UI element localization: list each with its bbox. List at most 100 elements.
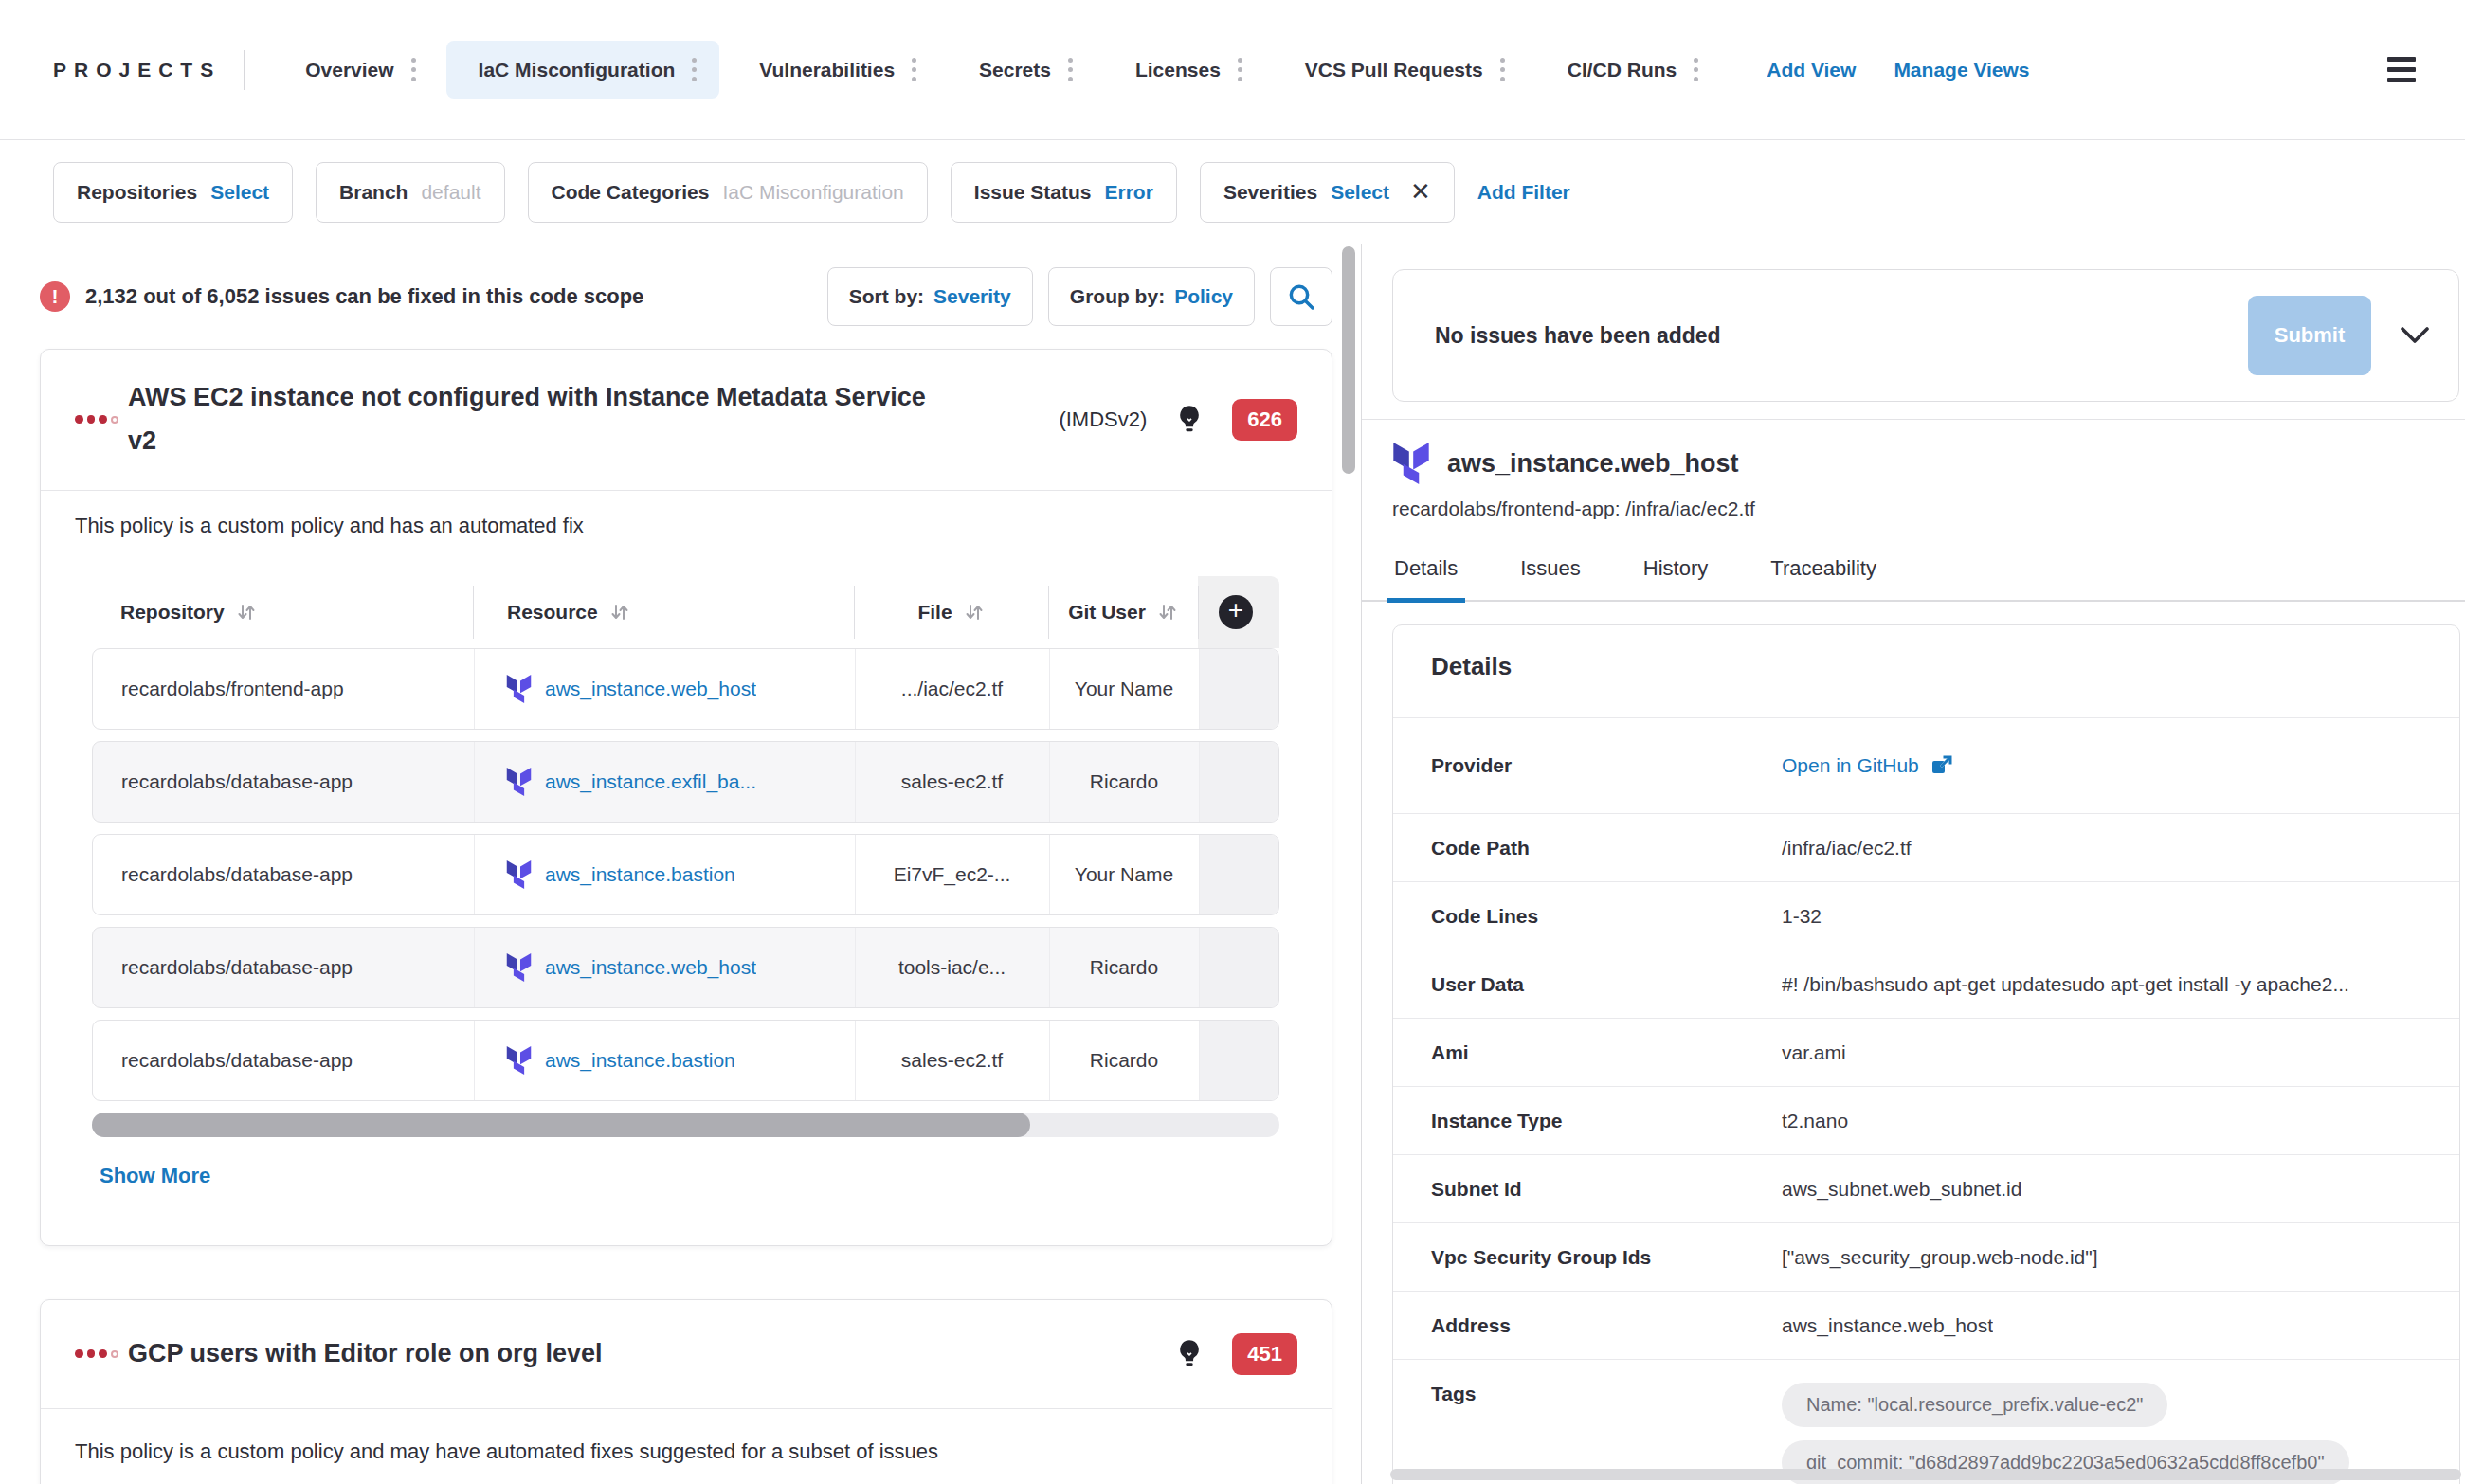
submit-button[interactable]: Submit bbox=[2248, 296, 2371, 375]
group-by-value[interactable]: Policy bbox=[1174, 285, 1233, 308]
column-header-resource[interactable]: Resource bbox=[473, 576, 854, 648]
view-tab[interactable]: VCS Pull Requests bbox=[1273, 41, 1528, 99]
add-column-button[interactable]: + bbox=[1219, 595, 1253, 629]
view-tab[interactable]: CI/CD Runs bbox=[1535, 41, 1722, 99]
filter-pill[interactable]: Issue Status Error bbox=[951, 162, 1177, 223]
chevron-down-icon[interactable] bbox=[2400, 327, 2430, 344]
view-tab[interactable]: Vulnerabilities bbox=[727, 41, 939, 99]
column-header-git-user[interactable]: Git User bbox=[1048, 576, 1198, 648]
search-button[interactable] bbox=[1270, 267, 1332, 326]
lightbulb-icon[interactable] bbox=[1175, 1339, 1204, 1369]
cell-extra bbox=[1199, 1021, 1278, 1100]
filter-pill-label: Branch bbox=[339, 181, 408, 204]
add-filter-link[interactable]: Add Filter bbox=[1477, 181, 1570, 204]
add-view-link[interactable]: Add View bbox=[1767, 59, 1856, 81]
resource-link[interactable]: aws_instance.web_host bbox=[545, 956, 756, 979]
details-heading: Details bbox=[1393, 652, 2459, 718]
detail-tab[interactable]: Traceability bbox=[1768, 556, 1878, 602]
detail-value: var.ami bbox=[1782, 1041, 1846, 1064]
policy-card-1: AWS EC2 instance not configured with Ins… bbox=[40, 349, 1332, 1246]
resource-link[interactable]: aws_instance.bastion bbox=[545, 863, 735, 886]
sort-icon bbox=[236, 602, 257, 623]
resource-link[interactable]: aws_instance.exfil_ba... bbox=[545, 770, 756, 793]
view-tabs: Overview IaC Misconfiguration Vulnerabil… bbox=[273, 41, 1729, 99]
filter-pill-value[interactable]: Select bbox=[1331, 181, 1389, 204]
cell-git-user: Your Name bbox=[1049, 835, 1199, 914]
policy-card-2-header: GCP users with Editor role on org level … bbox=[41, 1300, 1332, 1408]
detail-label: User Data bbox=[1431, 973, 1782, 996]
resource-path: recardolabs/frontend-app: /infra/iac/ec2… bbox=[1392, 498, 2465, 520]
issue-row[interactable]: recardolabs/database-app aws_instance.ba… bbox=[92, 1020, 1279, 1101]
filter-pill[interactable]: Code Categories IaC Misconfiguration bbox=[528, 162, 928, 223]
open-in-github-link[interactable]: Open in GitHub bbox=[1782, 754, 1919, 777]
sort-by-control[interactable]: Sort by: Severity bbox=[827, 267, 1033, 326]
tab-menu-dots-icon[interactable] bbox=[411, 58, 416, 81]
tab-menu-dots-icon[interactable] bbox=[1238, 58, 1242, 81]
issue-row[interactable]: recardolabs/database-app aws_instance.ex… bbox=[92, 741, 1279, 823]
policy-title: AWS EC2 instance not configured with Ins… bbox=[128, 376, 943, 463]
detail-row: Ami var.ami bbox=[1393, 1018, 2459, 1086]
cell-file: tools-iac/e... bbox=[855, 928, 1049, 1007]
column-header-repository[interactable]: Repository bbox=[92, 576, 473, 648]
queue-message: No issues have been added bbox=[1435, 323, 2248, 349]
tab-menu-dots-icon[interactable] bbox=[1694, 58, 1698, 81]
group-by-label: Group by: bbox=[1070, 285, 1165, 308]
group-by-control[interactable]: Group by: Policy bbox=[1048, 267, 1255, 326]
filter-pill-close-icon[interactable]: ✕ bbox=[1410, 177, 1431, 207]
terraform-icon bbox=[506, 953, 532, 982]
cell-repository: recardolabs/database-app bbox=[93, 742, 474, 822]
issues-table-header: Repository Resource File Git User bbox=[92, 576, 1279, 648]
filter-pill-value[interactable]: default bbox=[421, 181, 480, 204]
cell-extra bbox=[1199, 835, 1278, 914]
detail-panel: No issues have been added Submit aws_ins… bbox=[1362, 244, 2465, 1484]
cell-git-user: Your Name bbox=[1049, 649, 1199, 729]
view-tab[interactable]: Secrets bbox=[947, 41, 1096, 99]
detail-tab[interactable]: Details bbox=[1392, 556, 1459, 602]
terraform-icon bbox=[506, 860, 532, 889]
filter-pill-value[interactable]: IaC Misconfiguration bbox=[722, 181, 903, 204]
view-tab-label: Vulnerabilities bbox=[759, 59, 895, 81]
resource-link[interactable]: aws_instance.bastion bbox=[545, 1049, 735, 1072]
tab-menu-dots-icon[interactable] bbox=[692, 58, 697, 81]
cell-extra bbox=[1199, 649, 1278, 729]
detail-value: 1-32 bbox=[1782, 905, 1822, 928]
filter-pill-label: Code Categories bbox=[552, 181, 710, 204]
left-vertical-scrollbar[interactable] bbox=[1342, 246, 1355, 474]
filter-pill[interactable]: Branch default bbox=[316, 162, 504, 223]
sort-by-label: Sort by: bbox=[849, 285, 924, 308]
show-more-link[interactable]: Show More bbox=[100, 1164, 210, 1188]
external-link-icon[interactable] bbox=[1930, 754, 1953, 777]
tab-menu-dots-icon[interactable] bbox=[912, 58, 916, 81]
detail-label: Code Path bbox=[1431, 837, 1782, 860]
view-tab-label: VCS Pull Requests bbox=[1305, 59, 1483, 81]
filter-pill[interactable]: Repositories Select bbox=[53, 162, 293, 223]
issues-summary-text: 2,132 out of 6,052 issues can be fixed i… bbox=[85, 284, 812, 309]
right-horizontal-scrollbar[interactable] bbox=[1390, 1469, 2461, 1480]
view-tab[interactable]: Licenses bbox=[1103, 41, 1265, 99]
issue-row[interactable]: recardolabs/database-app aws_instance.we… bbox=[92, 927, 1279, 1008]
detail-label: Vpc Security Group Ids bbox=[1431, 1246, 1782, 1269]
column-header-file[interactable]: File bbox=[854, 576, 1048, 648]
filter-pill-value[interactable]: Error bbox=[1105, 181, 1153, 204]
detail-label: Instance Type bbox=[1431, 1110, 1782, 1132]
issue-row[interactable]: recardolabs/frontend-app aws_instance.we… bbox=[92, 648, 1279, 730]
sort-by-value[interactable]: Severity bbox=[933, 285, 1011, 308]
cell-repository: recardolabs/database-app bbox=[93, 1021, 474, 1100]
issue-row[interactable]: recardolabs/database-app aws_instance.ba… bbox=[92, 834, 1279, 915]
filter-pill[interactable]: Severities Select ✕ bbox=[1200, 162, 1455, 223]
manage-views-link[interactable]: Manage Views bbox=[1894, 59, 2029, 81]
table-horizontal-scrollbar-thumb[interactable] bbox=[92, 1113, 1030, 1137]
view-tab[interactable]: Overview bbox=[273, 41, 438, 99]
detail-row: Subnet Id aws_subnet.web_subnet.id bbox=[1393, 1154, 2459, 1222]
table-horizontal-scrollbar[interactable] bbox=[92, 1113, 1279, 1137]
menu-hamburger-icon[interactable] bbox=[2387, 57, 2416, 82]
tab-menu-dots-icon[interactable] bbox=[1500, 58, 1505, 81]
detail-tab[interactable]: Issues bbox=[1518, 556, 1583, 602]
resource-link[interactable]: aws_instance.web_host bbox=[545, 678, 756, 700]
tab-menu-dots-icon[interactable] bbox=[1068, 58, 1073, 81]
detail-tab[interactable]: History bbox=[1641, 556, 1710, 602]
view-tab[interactable]: IaC Misconfiguration bbox=[446, 41, 720, 99]
lightbulb-icon[interactable] bbox=[1175, 405, 1204, 435]
detail-rows: Code Path /infra/iac/ec2.tf Code Lines 1… bbox=[1393, 813, 2459, 1359]
filter-pill-value[interactable]: Select bbox=[210, 181, 269, 204]
